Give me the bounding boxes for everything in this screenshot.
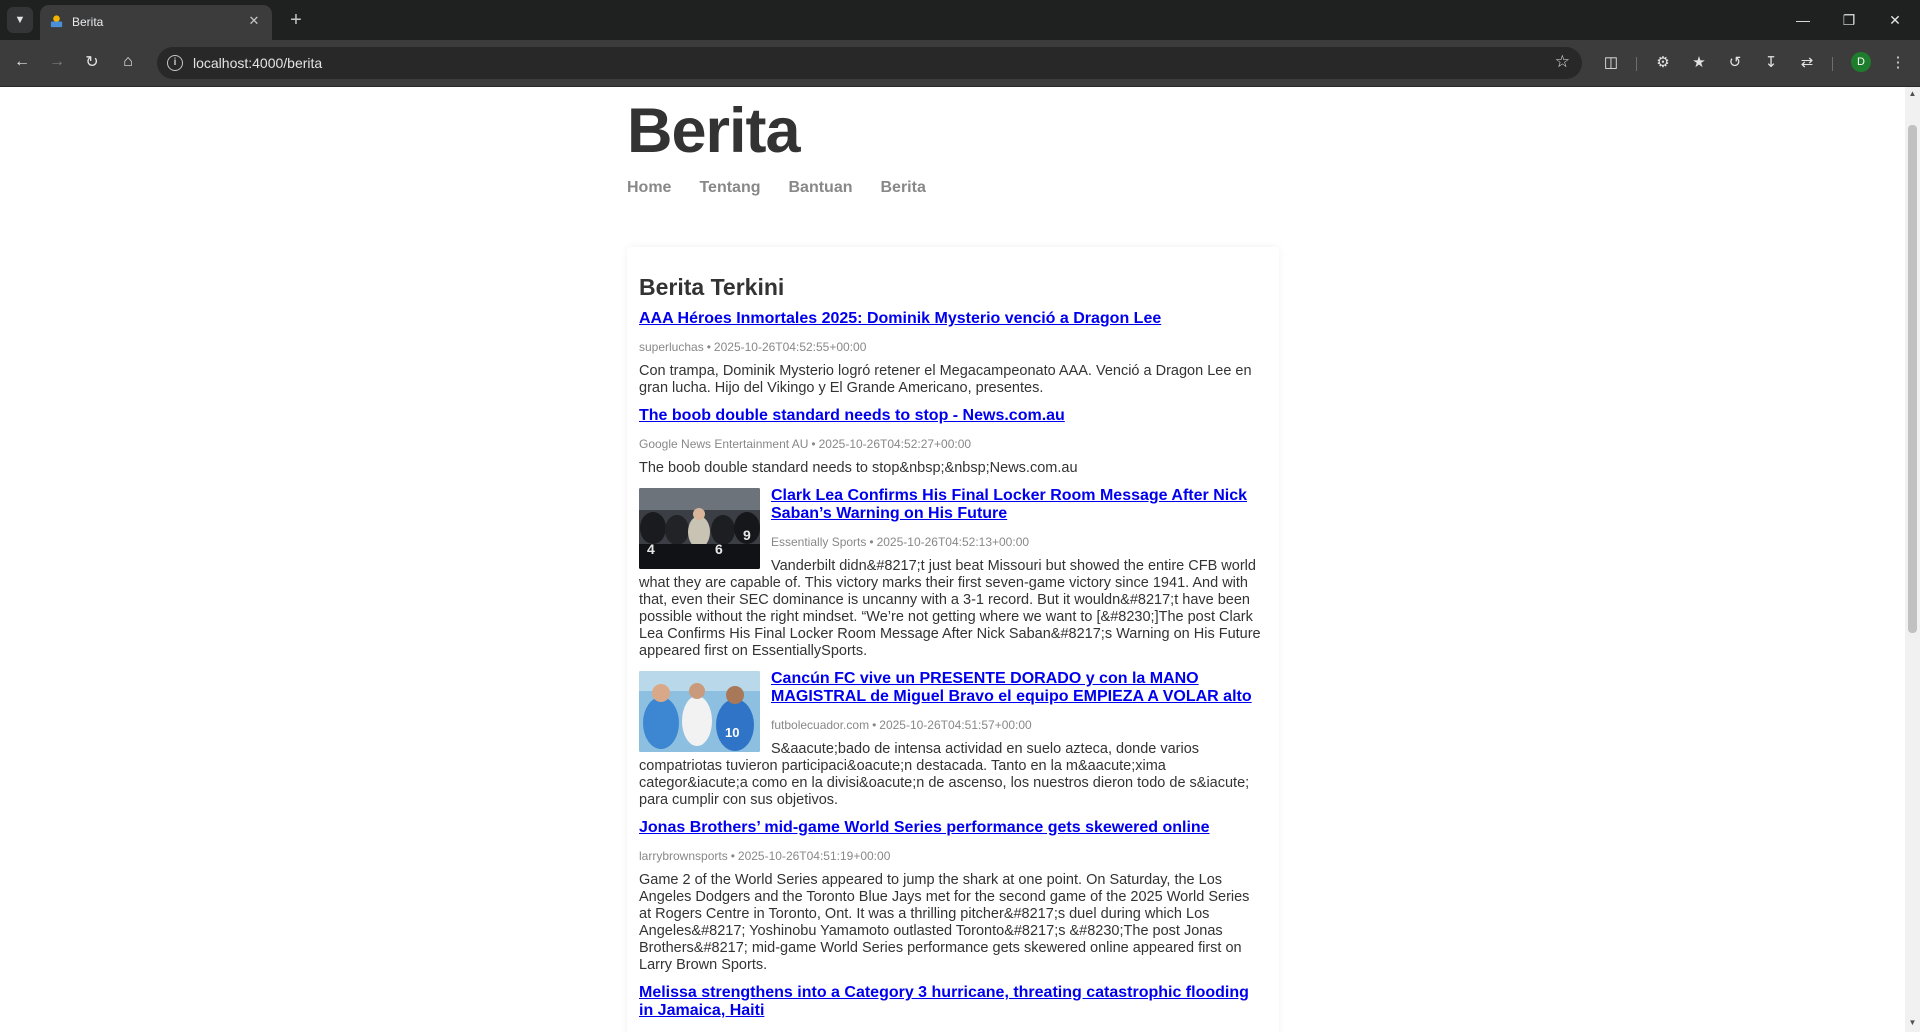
tab-close-icon[interactable]: ✕: [245, 13, 263, 29]
favicon-icon: [50, 15, 63, 28]
list-item: 4 6 9 Clark Lea Confirms His Final Locke…: [639, 487, 1261, 660]
article-meta: Google News Entertainment AU • 2025-10-26T…: [639, 437, 972, 451]
article-title-link[interactable]: The boob double standard needs to stop -…: [639, 407, 1065, 424]
article-meta: larrybrownsports • 2025-10-26T04:51:19+00:…: [639, 849, 891, 863]
back-icon[interactable]: ←: [10, 50, 34, 74]
download-icon[interactable]: ↧: [1759, 50, 1783, 74]
list-item: AAA Héroes Inmortales 2025: Dominik Myst…: [639, 310, 1261, 397]
nav-link-home[interactable]: Home: [627, 179, 671, 197]
article-title-link[interactable]: Jonas Brothers’ mid-game World Series pe…: [639, 819, 1210, 836]
nav-link-tentang[interactable]: Tentang: [699, 179, 760, 197]
article-summary: Con trampa, Dominik Mysterio logró reten…: [639, 363, 1252, 396]
article-meta: superluchas • 2025-10-26T04:52:55+00:00: [639, 340, 867, 354]
menu-kebab-icon[interactable]: ⋮: [1886, 50, 1910, 74]
article-source: futbolecuador.com: [771, 718, 870, 732]
football-team-image: 4 6 9: [639, 488, 760, 569]
article-source: Essentially Sports: [771, 535, 867, 549]
soccer-team-image: 10: [639, 671, 760, 752]
browser-toolbar: ← → ↻ ⌂ i localhost:4000/berita ☆ ◫ ⚙ ★ …: [0, 40, 1920, 87]
tab-search-icon[interactable]: ▼: [7, 7, 33, 33]
article-timestamp: 2025-10-26T04:51:57+00:00: [879, 718, 1032, 732]
article-timestamp: 2025-10-26T04:52:27+00:00: [818, 437, 972, 451]
news-feed: AAA Héroes Inmortales 2025: Dominik Myst…: [639, 310, 1261, 1030]
forward-icon[interactable]: →: [45, 50, 69, 74]
section-heading: Berita Terkini: [639, 274, 785, 300]
page-viewport: Berita Home Tentang Bantuan Berita Berit…: [0, 87, 1905, 1032]
incognito-icon[interactable]: ⚙: [1651, 50, 1675, 74]
toolbar-divider: [1636, 57, 1637, 71]
news-card: Berita Terkini AAA Héroes Inmortales 202…: [627, 247, 1279, 1032]
close-window-icon[interactable]: ✕: [1872, 6, 1918, 34]
article-title-link[interactable]: Clark Lea Confirms His Final Locker Room…: [771, 487, 1247, 522]
tab-title: Berita: [72, 15, 104, 29]
list-item: 10 Cancún FC vive un PRESENTE DORADO y c…: [639, 670, 1261, 809]
browser-tab[interactable]: Berita ✕: [40, 5, 272, 40]
svg-text:6: 6: [715, 541, 723, 557]
article-title-link[interactable]: Melissa strengthens into a Category 3 hu…: [639, 984, 1249, 1019]
browser-tab-strip: ▼ Berita ✕ + — ❐ ✕: [0, 0, 1920, 40]
minimize-icon[interactable]: —: [1780, 6, 1826, 34]
article-thumbnail[interactable]: 4 6 9: [639, 488, 760, 569]
site-title: Berita: [627, 96, 801, 166]
toolbar-divider: [1832, 57, 1833, 71]
site-info-icon[interactable]: i: [167, 55, 183, 71]
scroll-up-arrow-icon[interactable]: ▲: [1905, 89, 1920, 101]
article-source: larrybrownsports: [639, 849, 728, 863]
new-tab-button[interactable]: +: [283, 7, 309, 33]
bookmark-star-icon[interactable]: ☆: [1555, 52, 1570, 72]
article-title-link[interactable]: AAA Héroes Inmortales 2025: Dominik Myst…: [639, 310, 1161, 327]
page-scrollbar[interactable]: ▲ ▼: [1905, 87, 1920, 1032]
profile-avatar[interactable]: D: [1851, 52, 1871, 72]
article-source: superluchas: [639, 340, 704, 354]
history-icon[interactable]: ↺: [1723, 50, 1747, 74]
restore-icon[interactable]: ❐: [1826, 6, 1872, 34]
translate-icon[interactable]: ⇄: [1795, 50, 1819, 74]
article-summary: The boob double standard needs to stop&n…: [639, 460, 1078, 476]
extensions-icon[interactable]: ◫: [1599, 50, 1623, 74]
article-source: Google News Entertainment AU: [639, 437, 809, 451]
list-item: The boob double standard needs to stop -…: [639, 407, 1261, 477]
article-summary: Game 2 of the World Series appeared to j…: [639, 872, 1250, 973]
article-timestamp: 2025-10-26T04:52:55+00:00: [713, 340, 867, 354]
article-summary: Vanderbilt didn&#8217;t just beat Missou…: [639, 558, 1261, 659]
home-icon[interactable]: ⌂: [116, 50, 140, 74]
nav-link-berita[interactable]: Berita: [880, 179, 925, 197]
svg-text:9: 9: [743, 527, 751, 543]
list-item: Jonas Brothers’ mid-game World Series pe…: [639, 819, 1261, 974]
nav-link-bantuan[interactable]: Bantuan: [788, 179, 852, 197]
article-title-link[interactable]: Cancún FC vive un PRESENTE DORADO y con …: [771, 670, 1252, 705]
reload-icon[interactable]: ↻: [80, 50, 104, 74]
article-thumbnail[interactable]: 10: [639, 671, 760, 752]
svg-text:4: 4: [647, 541, 655, 557]
favorites-icon[interactable]: ★: [1687, 50, 1711, 74]
address-bar[interactable]: i localhost:4000/berita ☆: [157, 47, 1582, 79]
scroll-thumb[interactable]: [1908, 125, 1917, 633]
scroll-down-arrow-icon[interactable]: ▼: [1905, 1018, 1920, 1030]
address-url[interactable]: localhost:4000/berita: [193, 55, 322, 71]
list-item: Melissa strengthens into a Category 3 hu…: [639, 984, 1261, 1020]
article-timestamp: 2025-10-26T04:52:13+00:00: [876, 535, 1030, 549]
svg-text:10: 10: [725, 725, 739, 740]
article-timestamp: 2025-10-26T04:51:19+00:00: [737, 849, 891, 863]
site-nav: Home Tentang Bantuan Berita: [627, 179, 926, 197]
